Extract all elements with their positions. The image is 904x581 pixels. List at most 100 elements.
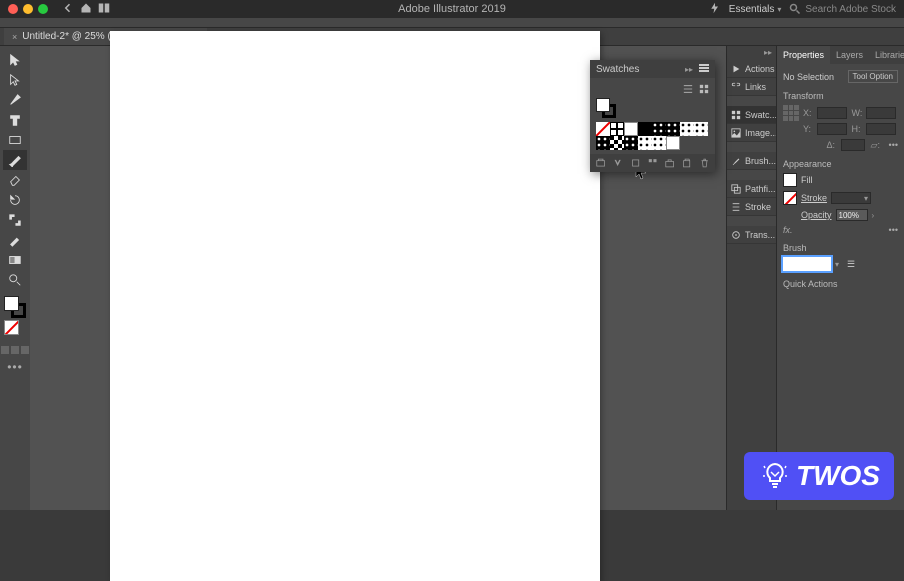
opacity-field[interactable]: 100%: [836, 209, 868, 221]
home-icon[interactable]: [80, 2, 92, 17]
h-input[interactable]: [866, 123, 896, 135]
stroke-label[interactable]: Stroke: [801, 193, 827, 203]
tab-properties[interactable]: Properties: [777, 46, 830, 64]
w-input[interactable]: [866, 107, 896, 119]
reference-point-control[interactable]: [783, 105, 799, 121]
swatch-libraries-icon[interactable]: [596, 158, 605, 168]
fill-stroke-control[interactable]: [4, 296, 26, 318]
swatch-kind-icon[interactable]: [631, 158, 640, 168]
draw-mode-buttons[interactable]: [1, 346, 29, 354]
brush-preview[interactable]: [783, 257, 831, 271]
brushes-panel-button[interactable]: Brush...: [727, 152, 776, 170]
paintbrush-tool[interactable]: [3, 150, 27, 170]
new-swatch-icon[interactable]: [682, 158, 691, 168]
swatch-pattern-10[interactable]: [666, 136, 680, 150]
nav-back-icon[interactable]: [62, 2, 74, 17]
pen-tool[interactable]: [3, 90, 27, 110]
transform-panel-button[interactable]: Trans...: [727, 226, 776, 244]
search-color-themes-icon[interactable]: [613, 158, 622, 168]
workspace: ••• ▸▸ Actions Links Swatc... Image... B…: [0, 46, 904, 510]
actions-panel-button[interactable]: Actions: [727, 60, 776, 78]
fill-chip[interactable]: [783, 173, 797, 187]
search-placeholder: Search Adobe Stock: [805, 4, 896, 15]
y-input[interactable]: [817, 123, 847, 135]
swatch-pattern-9[interactable]: [652, 136, 666, 150]
swatch-white[interactable]: [624, 122, 638, 136]
list-view-icon[interactable]: [683, 84, 693, 94]
stroke-chip[interactable]: [783, 191, 797, 205]
secondary-fill-stroke[interactable]: [4, 320, 26, 342]
collapse-toggle[interactable]: ▸▸: [727, 46, 776, 60]
swatch-pattern-8[interactable]: [638, 136, 652, 150]
opacity-caret-icon[interactable]: ›: [872, 211, 875, 220]
swatch-pattern-5[interactable]: [596, 136, 610, 150]
more-options-icon[interactable]: •••: [889, 140, 898, 150]
swatch-fill-stroke-preview[interactable]: [596, 98, 616, 118]
direct-selection-tool[interactable]: [3, 70, 27, 90]
stroke-panel-button[interactable]: Stroke: [727, 198, 776, 216]
quick-actions-title: Quick Actions: [783, 279, 898, 289]
swatch-registration[interactable]: [610, 122, 624, 136]
swatch-pattern-3[interactable]: [680, 122, 694, 136]
delete-swatch-icon[interactable]: [700, 158, 709, 168]
swatch-pattern-1[interactable]: [652, 122, 666, 136]
draw-behind[interactable]: [11, 346, 19, 354]
zoom-tool[interactable]: [3, 270, 27, 290]
thumb-view-icon[interactable]: [699, 84, 709, 94]
panel-menu-icon[interactable]: [699, 64, 709, 75]
fill-swatch[interactable]: [4, 296, 19, 311]
swatch-pattern-2[interactable]: [666, 122, 680, 136]
draw-normal[interactable]: [1, 346, 9, 354]
pathfinder-panel-button[interactable]: Pathfi...: [727, 180, 776, 198]
close-tab-icon[interactable]: ×: [12, 32, 17, 42]
swatch-options-icon[interactable]: [648, 158, 657, 168]
tab-layers[interactable]: Layers: [830, 46, 869, 64]
swatches-floating-panel[interactable]: Swatches ▸▸: [590, 60, 715, 172]
type-tool[interactable]: [3, 110, 27, 130]
gpu-perf-icon[interactable]: [709, 2, 721, 17]
properties-panel: Properties Layers Libraries No Selection…: [776, 46, 904, 510]
x-input[interactable]: [817, 107, 847, 119]
scale-tool[interactable]: [3, 210, 27, 230]
links-panel-button[interactable]: Links: [727, 78, 776, 96]
brush-dropdown-caret[interactable]: ▾: [835, 260, 839, 269]
swatch-none[interactable]: [596, 122, 610, 136]
transform-section-title: Transform: [783, 91, 898, 101]
minimize-window-button[interactable]: [23, 4, 33, 14]
rectangle-tool[interactable]: [3, 130, 27, 150]
collapse-panel-icon[interactable]: ▸▸: [685, 65, 693, 74]
tool-options-button[interactable]: Tool Option: [848, 70, 898, 83]
eyedropper-tool[interactable]: [3, 230, 27, 250]
arrange-documents-icon[interactable]: [98, 2, 110, 17]
opacity-value: 100%: [839, 211, 859, 220]
fx-button[interactable]: fx.: [783, 225, 793, 235]
swatches-panel-button[interactable]: Swatc...: [727, 106, 776, 124]
swatch-black[interactable]: [638, 122, 652, 136]
preview-fill[interactable]: [596, 98, 610, 112]
stroke-weight-dropdown[interactable]: ▾: [831, 192, 871, 204]
gradient-tool[interactable]: [3, 250, 27, 270]
none-swatch-2[interactable]: [4, 320, 19, 335]
swatch-pattern-4[interactable]: [694, 122, 708, 136]
workspace-switcher[interactable]: Essentials ▾: [729, 4, 782, 15]
panel-label: Actions: [745, 64, 775, 74]
brush-options-icon[interactable]: ☰: [847, 259, 855, 270]
draw-inside[interactable]: [21, 346, 29, 354]
swatch-pattern-6[interactable]: [610, 136, 624, 150]
new-color-group-icon[interactable]: [665, 158, 674, 168]
opacity-label[interactable]: Opacity: [801, 210, 832, 220]
selection-tool[interactable]: [3, 50, 27, 70]
tab-libraries[interactable]: Libraries: [869, 46, 904, 64]
rotate-tool[interactable]: [3, 190, 27, 210]
angle-input[interactable]: [841, 139, 865, 151]
swatches-panel-header[interactable]: Swatches ▸▸: [590, 60, 715, 78]
zoom-window-button[interactable]: [38, 4, 48, 14]
swatch-pattern-7[interactable]: [624, 136, 638, 150]
adobe-stock-search[interactable]: Search Adobe Stock: [789, 3, 896, 15]
more-options-icon[interactable]: •••: [889, 225, 898, 235]
eraser-tool[interactable]: [3, 170, 27, 190]
artboard[interactable]: [110, 31, 600, 581]
image-trace-panel-button[interactable]: Image...: [727, 124, 776, 142]
close-window-button[interactable]: [8, 4, 18, 14]
edit-toolbar-button[interactable]: •••: [7, 360, 23, 374]
